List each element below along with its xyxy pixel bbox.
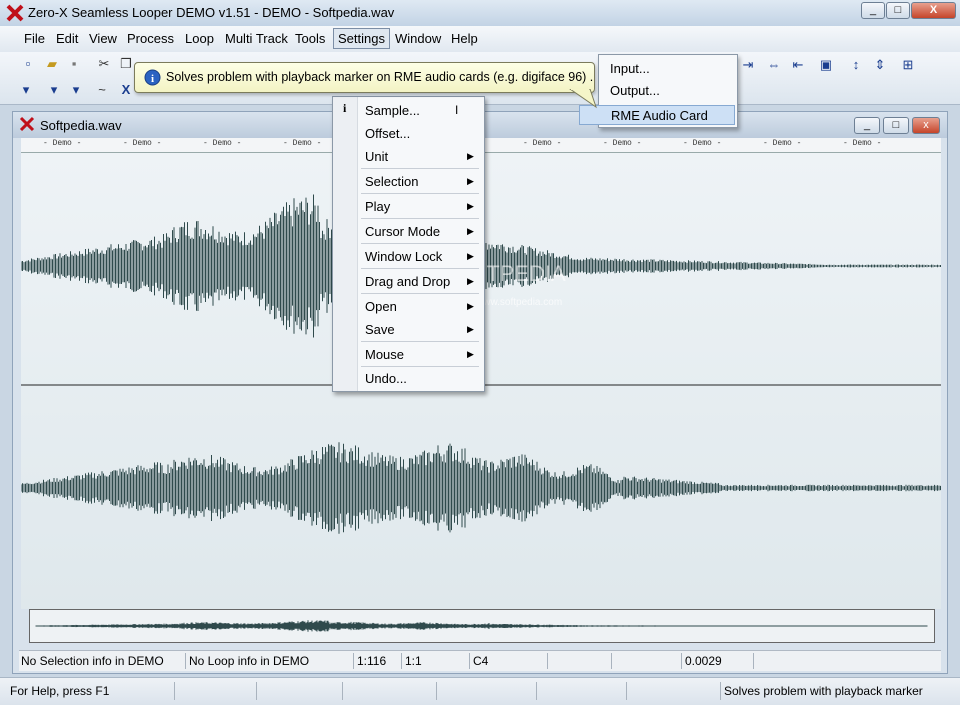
overview-strip[interactable] (29, 609, 935, 643)
maximize-button[interactable]: □ (886, 2, 910, 19)
save-icon[interactable]: ▪ (66, 56, 82, 72)
menu-item-undo[interactable]: Undo... (365, 371, 407, 386)
menu-process[interactable]: Process (124, 31, 177, 46)
submenu-item-input[interactable]: Input... (610, 61, 650, 76)
marker-pair-icon[interactable]: ▾ (46, 82, 62, 98)
submenu-arrow-icon: ▶ (467, 251, 474, 261)
title-bar: Zero-X Seamless Looper DEMO v1.51 - DEMO… (0, 0, 960, 27)
menu-window[interactable]: Window (392, 31, 444, 46)
marker-group-icon[interactable]: ▾ (68, 82, 84, 98)
submenu-item-rme-audio-card[interactable]: RME Audio Card (579, 105, 735, 125)
ruler-label: - Demo - (843, 139, 882, 148)
menu-file[interactable]: File (21, 31, 48, 46)
selection-info: No Selection info in DEMO (21, 654, 164, 668)
ruler-label: - Demo - (43, 139, 82, 148)
window-title: Zero-X Seamless Looper DEMO v1.51 - DEMO… (28, 5, 395, 20)
fit-horizontal-icon[interactable]: ⇔ (766, 57, 782, 73)
settings-menu: i Sample... I Offset... Unit ▶ Selection… (332, 96, 485, 392)
menu-loop[interactable]: Loop (182, 31, 217, 46)
menu-multi-track[interactable]: Multi Track (222, 31, 291, 46)
svg-text:i: i (151, 73, 154, 85)
ruler-label: - Demo - (603, 139, 642, 148)
overview-waveform (35, 620, 928, 632)
help-hint: For Help, press F1 (10, 684, 110, 698)
status-bar: For Help, press F1 Solves problem with p… (0, 677, 960, 705)
document-title: Softpedia.wav (40, 118, 122, 133)
ruler-label: - Demo - (123, 139, 162, 148)
doc-minimize-button[interactable]: _ (854, 117, 880, 134)
app-logo-icon (6, 4, 24, 22)
menu-item-play[interactable]: Play (365, 199, 390, 214)
info-icon: i (144, 69, 161, 86)
menu-help[interactable]: Help (448, 31, 481, 46)
close-button[interactable]: X (911, 2, 956, 19)
zoom-out-icon[interactable]: ⇤ (790, 57, 806, 73)
minimize-button[interactable]: _ (861, 2, 885, 19)
vertical-fit-icon[interactable]: ⇕ (872, 57, 888, 73)
cut-icon[interactable]: ✂ (96, 56, 112, 72)
waveform-right-channel (20, 442, 941, 534)
menu-bar: File Edit View Process Loop Multi Track … (0, 26, 960, 53)
info-icon: i (343, 101, 347, 115)
xf-crossfade-icon[interactable]: X (118, 82, 134, 98)
marker-settings-icon[interactable]: ⊞ (900, 57, 916, 73)
menu-item-drag-and-drop[interactable]: Drag and Drop (365, 274, 450, 289)
vertical-ratio: 1:1 (405, 654, 422, 668)
vertical-zoom-icon[interactable]: ↕ (848, 57, 864, 73)
cursor-value: 0.0029 (685, 654, 722, 668)
tooltip-pointer (569, 89, 597, 109)
menu-tools[interactable]: Tools (292, 31, 328, 46)
menu-item-window-lock[interactable]: Window Lock (365, 249, 442, 264)
menu-hint: Solves problem with playback marker (724, 684, 923, 698)
menu-item-selection[interactable]: Selection (365, 174, 418, 189)
text-cursor-icon: I (455, 103, 459, 117)
loop-info: No Loop info in DEMO (189, 654, 310, 668)
submenu-arrow-icon: ▶ (467, 151, 474, 161)
menu-settings[interactable]: Settings (333, 28, 390, 49)
ruler-label: - Demo - (283, 139, 322, 148)
menu-view[interactable]: View (86, 31, 120, 46)
fit-all-icon[interactable]: ▣ (818, 57, 834, 73)
ruler-label: - Demo - (763, 139, 802, 148)
overview-canvas[interactable] (30, 610, 934, 642)
menu-item-cursor-mode[interactable]: Cursor Mode (365, 224, 440, 239)
doc-maximize-button[interactable]: □ (883, 117, 909, 134)
submenu-arrow-icon: ▶ (467, 301, 474, 311)
ruler-label: - Demo - (203, 139, 242, 148)
open-folder-icon[interactable]: ▰ (44, 56, 60, 72)
submenu-arrow-icon: ▶ (467, 349, 474, 359)
menu-item-open[interactable]: Open (365, 299, 397, 314)
menu-item-mouse[interactable]: Mouse (365, 347, 404, 362)
submenu-arrow-icon: ▶ (467, 324, 474, 334)
tooltip: i Solves problem with playback marker on… (134, 62, 595, 93)
menu-item-offset[interactable]: Offset... (365, 126, 410, 141)
submenu-arrow-icon: ▶ (467, 201, 474, 211)
zoom-in-icon[interactable]: ⇥ (740, 57, 756, 73)
rme-audio-card-label: RME Audio Card (611, 108, 708, 123)
menu-item-save[interactable]: Save (365, 322, 395, 337)
document-status-bar: No Selection info in DEMO No Loop info i… (19, 650, 941, 671)
submenu-item-output[interactable]: Output... (610, 83, 660, 98)
watermark-url: www.softpedia.com (475, 297, 562, 308)
audio-submenu: Input... Output... RME Audio Card (579, 54, 738, 128)
submenu-arrow-icon: ▶ (467, 226, 474, 236)
doc-close-button[interactable]: x (912, 117, 940, 134)
root-note: C4 (473, 654, 489, 668)
zoom-ratio: 1:116 (357, 654, 387, 668)
submenu-arrow-icon: ▶ (467, 276, 474, 286)
submenu-arrow-icon: ▶ (467, 176, 474, 186)
copy-icon[interactable]: ❐ (118, 56, 134, 72)
new-file-icon[interactable]: ▫ (20, 56, 36, 72)
wave-icon[interactable]: ~ (94, 82, 110, 98)
tooltip-text: Solves problem with playback marker on R… (166, 70, 594, 84)
menu-edit[interactable]: Edit (53, 31, 81, 46)
menu-item-sample[interactable]: Sample... (365, 103, 420, 118)
menu-item-unit[interactable]: Unit (365, 149, 388, 164)
document-logo-icon (19, 116, 35, 132)
ruler-label: - Demo - (683, 139, 722, 148)
marker-help-icon[interactable]: ▾ (18, 82, 34, 98)
ruler-label: - Demo - (523, 139, 562, 148)
